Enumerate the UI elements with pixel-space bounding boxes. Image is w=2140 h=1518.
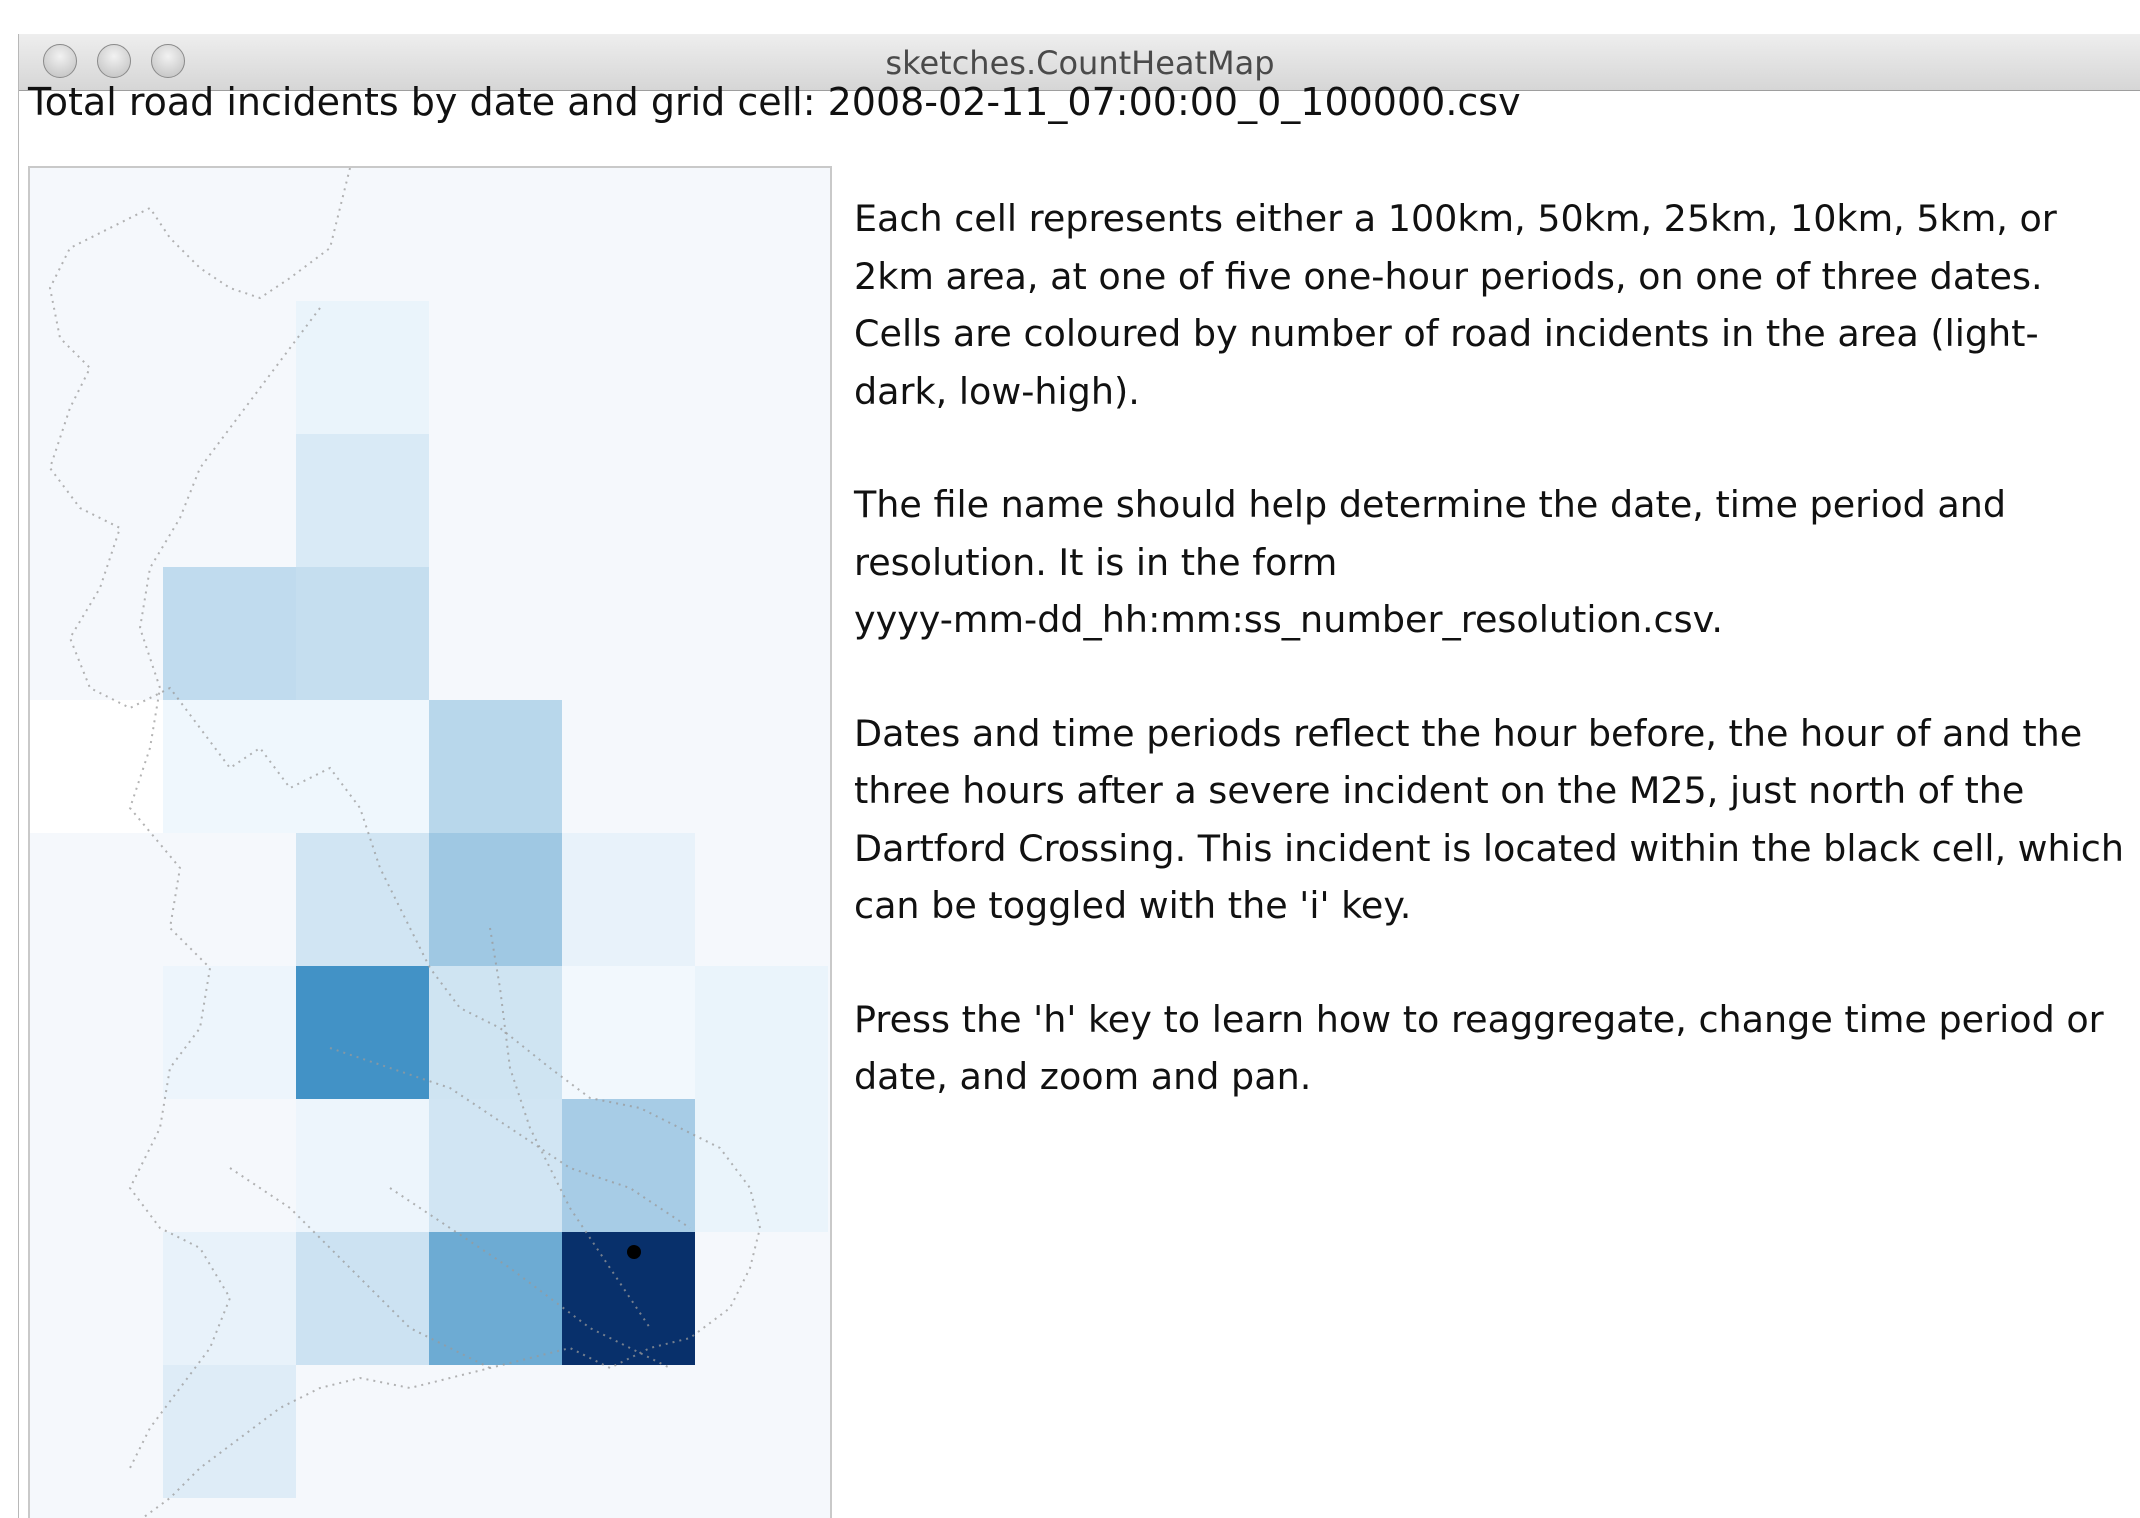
heatmap-cell[interactable] [562,1099,695,1232]
heatmap-cell[interactable] [163,567,296,700]
heatmap-cell[interactable] [163,700,296,833]
heatmap-cell[interactable] [296,434,429,567]
heatmap-cell[interactable] [429,833,562,966]
heatmap-panel[interactable] [28,166,832,1518]
heatmap-cell[interactable] [296,567,429,700]
heatmap-cell[interactable] [296,1099,429,1232]
incident-marker [627,1245,641,1259]
heatmap-cell[interactable] [429,1099,562,1232]
heatmap-cell[interactable] [429,966,562,1099]
description-help: Press the 'h' key to learn how to reaggr… [854,997,2104,1099]
window-title: sketches.CountHeatMap [885,44,1275,82]
description-panel: Each cell represents either a 100km, 50k… [854,190,2124,1162]
heatmap-cell[interactable] [296,301,429,434]
heatmap-cell[interactable] [296,966,429,1099]
heatmap-cell[interactable] [30,700,163,833]
heatmap-cell[interactable] [429,1232,562,1365]
heatmap-cell[interactable] [296,1232,429,1365]
description-filename-text: The file name should help determine the … [854,483,2007,584]
heatmap-cell[interactable] [163,966,296,1099]
description-cells: Each cell represents either a 100km, 50k… [854,197,2057,413]
heatmap-cell[interactable] [562,833,695,966]
heatmap-cell[interactable] [695,1099,828,1232]
description-periods: Dates and time periods reflect the hour … [854,711,2124,928]
heatmap-cell[interactable] [562,966,695,1099]
description-filename: The file name should help determine the … [854,476,2124,649]
heatmap-cell[interactable] [429,700,562,833]
heatmap-chart[interactable] [30,168,832,1518]
description-filename-format: yyyy-mm-dd_hh:mm:ss_number_resolution.cs… [854,598,1724,641]
heatmap-cell[interactable] [695,966,828,1099]
page-heading: Total road incidents by date and grid ce… [28,80,1521,124]
heatmap-cell[interactable] [296,833,429,966]
